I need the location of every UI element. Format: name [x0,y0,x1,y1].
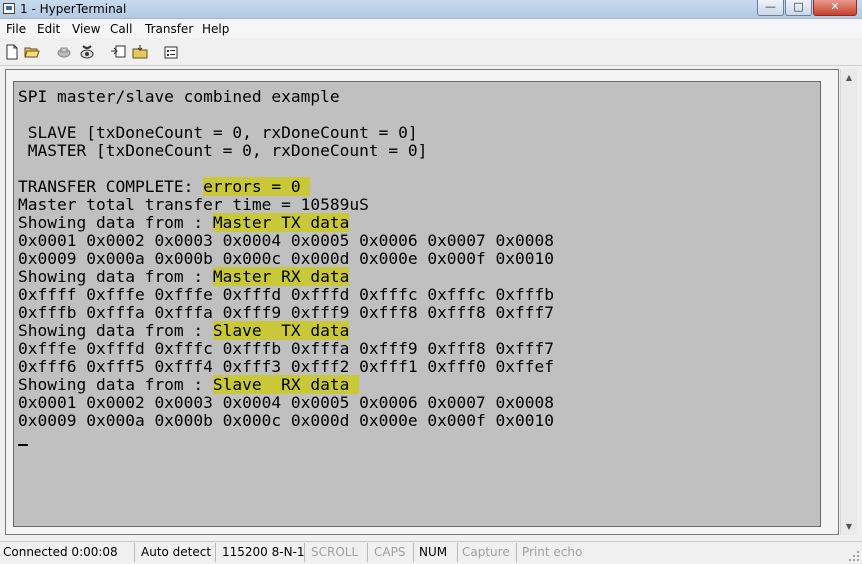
scroll-up-icon[interactable]: ▲ [841,69,857,86]
terminal-line: SLAVE [txDoneCount = 0, rxDoneCount = 0] [18,123,418,142]
errors-highlight: errors = 0 [203,177,311,196]
send-icon[interactable] [110,44,126,60]
new-icon[interactable] [4,44,20,60]
properties-icon[interactable] [163,44,179,60]
terminal-line: Showing data from : Slave TX data [18,321,350,340]
menu-bar: File Edit View Call Transfer Help [0,19,862,38]
menu-file[interactable]: File [6,22,26,36]
terminal-line: 0x0009 0x000a 0x000b 0x000c 0x000d 0x000… [18,411,555,430]
status-baud: 115200 8-N-1 [219,543,305,562]
terminal-line: 0xfffe 0xfffd 0xfffc 0xfffb 0xfffa 0xfff… [18,339,555,358]
hyperterminal-icon[interactable] [3,3,15,14]
menu-call[interactable]: Call [110,22,132,36]
menu-help[interactable]: Help [202,22,229,36]
status-caps: CAPS [371,543,414,562]
text-cursor [18,444,28,446]
terminal-line: 0xfff6 0xfff5 0xfff4 0xfff3 0xfff2 0xfff… [18,357,555,376]
terminal-line: TRANSFER COMPLETE: errors = 0 [18,177,311,196]
status-num: NUM [416,543,458,562]
menu-view[interactable]: View [72,22,100,36]
terminal-line: Showing data from : Slave RX data [18,375,360,394]
status-detect: Auto detect [138,543,216,562]
receive-icon[interactable] [132,44,148,60]
section-highlight: Master RX data [212,267,350,286]
connect-icon[interactable] [79,44,95,60]
status-print-echo: Print echo [522,545,583,559]
close-icon: ✕ [830,0,840,13]
terminal-line: Showing data from : Master RX data [18,267,350,286]
window-title: 1 - HyperTerminal [20,2,127,16]
section-highlight: Slave TX data [212,321,350,340]
disconnect-icon[interactable] [56,44,72,60]
minimize-icon: — [765,0,776,13]
section-highlight: Slave RX data [212,375,360,394]
status-bar: Connected 0:00:08 Auto detect 115200 8-N… [0,541,862,564]
scroll-down-icon[interactable]: ▼ [841,518,857,535]
status-capture: Capture [459,543,517,562]
menu-edit[interactable]: Edit [37,22,60,36]
maximize-button[interactable]: □ [785,0,812,16]
terminal-line: Master total transfer time = 10589uS [18,195,369,214]
terminal-line: 0x0009 0x000a 0x000b 0x000c 0x000d 0x000… [18,249,555,268]
vertical-scrollbar[interactable]: ▲ ▼ [840,69,857,535]
title-bar: 1 - HyperTerminal — □ ✕ [0,0,862,19]
terminal-line: MASTER [txDoneCount = 0, rxDoneCount = 0… [18,141,428,160]
terminal-line: 0xffff 0xfffe 0xfffe 0xfffd 0xfffd 0xfff… [18,285,555,304]
open-icon[interactable] [24,44,40,60]
menu-transfer[interactable]: Transfer [145,22,193,36]
status-scroll: SCROLL [308,543,368,562]
maximize-icon: □ [793,0,804,13]
terminal-line: SPI master/slave combined example [18,87,340,106]
terminal-line: 0x0001 0x0002 0x0003 0x0004 0x0005 0x000… [18,231,555,250]
toolbar [0,38,862,66]
section-highlight: Master TX data [212,213,350,232]
close-button[interactable]: ✕ [813,0,857,16]
resize-grip-icon[interactable] [848,550,860,562]
status-connected: Connected 0:00:08 [0,543,135,562]
terminal-line: Showing data from : Master TX data [18,213,350,232]
terminal-screen[interactable]: SPI master/slave combined example SLAVE … [13,81,821,527]
terminal-line: 0x0001 0x0002 0x0003 0x0004 0x0005 0x000… [18,393,555,412]
terminal-line: 0xfffb 0xfffa 0xfffa 0xfff9 0xfff9 0xfff… [18,303,555,322]
minimize-button[interactable]: — [757,0,784,16]
